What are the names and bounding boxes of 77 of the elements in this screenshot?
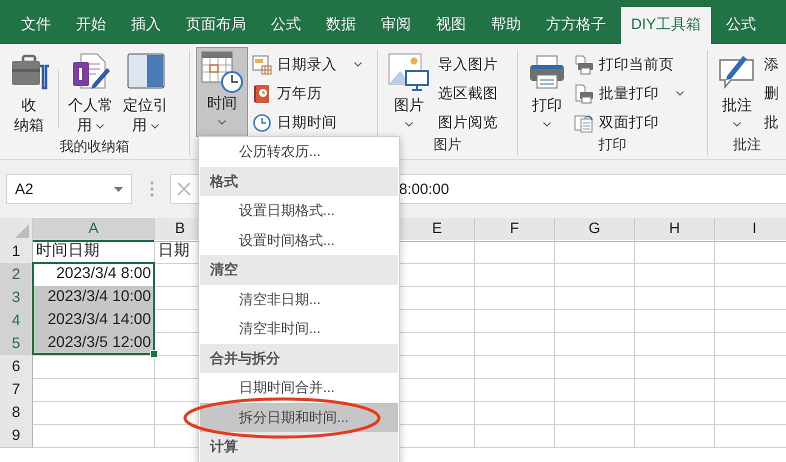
ribbon-button[interactable]: 图片	[384, 50, 434, 136]
menu-section-header: 清空	[200, 255, 398, 284]
menu-item[interactable]: 拆分日期和时间...	[200, 402, 398, 432]
ribbon-button[interactable]: 双面打印	[574, 109, 684, 136]
ribbon-tab[interactable]: 视图	[426, 7, 476, 44]
ribbon-button[interactable]: 时间	[196, 47, 248, 137]
grip-icon	[150, 181, 154, 197]
column-header[interactable]: H	[635, 218, 715, 242]
ribbon-tab[interactable]: 文件	[11, 7, 61, 44]
ribbon-tab[interactable]: 帮助	[481, 7, 531, 44]
ribbon-button[interactable]: 删	[764, 80, 779, 107]
row-header[interactable]: 6	[0, 355, 33, 379]
clock-icon	[252, 112, 272, 132]
column-header[interactable]: I	[715, 218, 786, 242]
ribbon-tab[interactable]: 页面布局	[176, 7, 256, 44]
ribbon-tab[interactable]: 方方格子	[536, 7, 616, 44]
table-cell: 时间日期	[33, 240, 155, 264]
group-label: 批注	[732, 136, 762, 154]
planner-icon	[252, 84, 272, 104]
ribbon-button[interactable]: 日期时间	[252, 109, 362, 136]
ribbon-button[interactable]: 导入图片	[438, 51, 498, 78]
ribbon-button[interactable]: 批	[764, 109, 779, 136]
ribbon-tab[interactable]: 公式	[716, 7, 766, 44]
row-header[interactable]: 2	[0, 263, 33, 287]
ribbon-tab[interactable]: DIY工具箱	[621, 7, 712, 44]
caret-icon	[114, 186, 123, 192]
ribbon-button[interactable]: 定位引 用	[120, 50, 171, 138]
menu-item[interactable]: 清空非时间...	[199, 314, 399, 344]
row-header[interactable]: 3	[0, 286, 33, 310]
ribbon-button[interactable]: 批量打印	[574, 80, 684, 107]
table-cell: 2023/3/4 14:00	[33, 309, 155, 333]
ribbon-tab[interactable]: 数据	[316, 7, 366, 44]
name-box[interactable]: A2	[6, 174, 132, 204]
ribbon-tab[interactable]: 开始	[66, 7, 116, 44]
ribbon-button[interactable]: 选区截图	[438, 80, 498, 107]
table-cell: 2023/3/4 10:00	[33, 286, 155, 310]
ribbon-button[interactable]: 收 纳箱	[6, 50, 52, 138]
ribbon-tab[interactable]: 公式	[261, 7, 311, 44]
calendar-icon	[252, 54, 272, 74]
ribbon-button[interactable]: 日期录入	[252, 51, 362, 78]
duplex-print-icon	[574, 112, 594, 132]
group-label: 我的收纳箱	[58, 138, 130, 156]
menu-section-header: 格式	[200, 166, 398, 196]
select-all-icon	[15, 224, 29, 238]
briefcase-icon	[9, 52, 49, 92]
column-header[interactable]: F	[475, 218, 555, 242]
menu-item[interactable]: 设置时间格式...	[199, 226, 399, 255]
ribbon-button[interactable]: 打印当前页	[574, 51, 684, 78]
printer-icon	[574, 84, 594, 104]
column-header[interactable]: G	[555, 218, 635, 242]
ribbon-button[interactable]: 万年历	[252, 80, 362, 107]
ribbon-button[interactable]: 添	[764, 51, 779, 78]
close-icon	[177, 182, 191, 196]
calendar-clock-icon	[200, 50, 244, 94]
column-header[interactable]: A	[33, 218, 155, 242]
document-pencil-icon	[70, 52, 110, 92]
group-label: 打印	[598, 136, 628, 154]
menu-section-header: 计算	[200, 432, 398, 462]
row-header[interactable]: 9	[0, 424, 33, 448]
ribbon-button[interactable]: 打印	[524, 50, 570, 136]
menu-item[interactable]: 公历转农历...	[199, 137, 399, 166]
menu-section-header: 合并与拆分	[200, 344, 398, 373]
row-header[interactable]: 1	[0, 240, 33, 264]
group-label: 图片	[432, 136, 462, 154]
menu-item[interactable]: 日期时间合并...	[199, 373, 399, 402]
row-header[interactable]: 5	[0, 332, 33, 356]
ribbon-tab[interactable]: 插入	[121, 7, 171, 44]
image-icon	[387, 52, 431, 92]
row-header[interactable]: 7	[0, 378, 33, 402]
row-header[interactable]: 4	[0, 309, 33, 333]
ribbon-button[interactable]: 图片阅览	[438, 109, 498, 136]
ribbon-button[interactable]: 批注	[714, 50, 760, 136]
printer-icon	[574, 54, 594, 74]
menu-item[interactable]: 清空非日期...	[199, 284, 399, 314]
ribbon-button[interactable]: 个人常 用	[65, 50, 116, 138]
ribbon-tab[interactable]: 审阅	[371, 7, 421, 44]
row-header[interactable]: 8	[0, 401, 33, 425]
